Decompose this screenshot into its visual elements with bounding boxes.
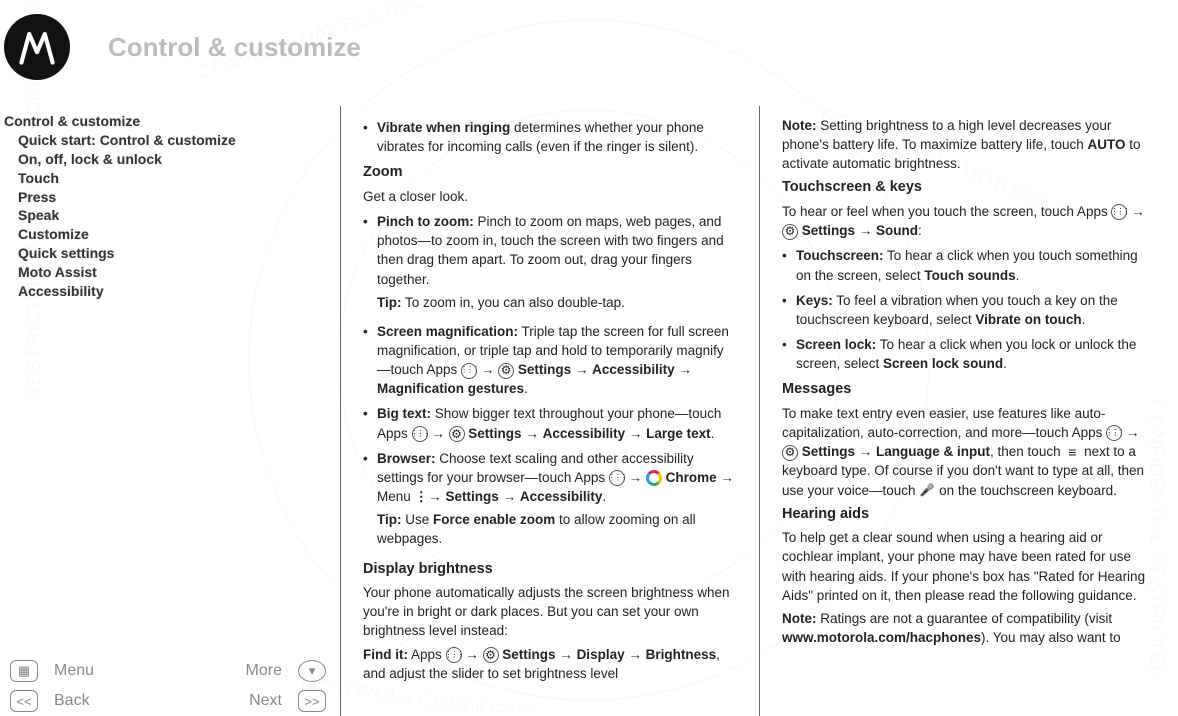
bigtext-settings: Settings (465, 426, 522, 441)
menu-dots-icon: ⋮ (415, 487, 425, 506)
note1-label: Note: (782, 118, 817, 133)
browser-settings: Settings (446, 489, 499, 504)
apps-icon (412, 426, 428, 442)
vibrate-label: Vibrate when ringing (377, 120, 510, 135)
tk-sound: Sound (876, 223, 918, 238)
keys-label: Keys: (796, 293, 833, 308)
mic-icon (919, 483, 935, 499)
ha-heading: Hearing aids (782, 504, 1156, 525)
gear-icon (782, 224, 798, 240)
nav-item-on-off[interactable]: On, off, lock & unlock (18, 150, 332, 169)
menu-icon[interactable]: ▦ (10, 660, 38, 682)
tk-heading: Touchscreen & keys (782, 177, 1156, 198)
apps-icon (446, 647, 462, 663)
pinch-label: Pinch to zoom: (377, 214, 474, 229)
gear-icon (498, 363, 514, 379)
browser-tip-text1: Use (402, 512, 434, 527)
note2-text1: Ratings are not a guarantee of compatibi… (817, 611, 1113, 626)
browser-label: Browser: (377, 451, 436, 466)
findit-settings: Settings (499, 647, 556, 662)
msg-text4: on the touchscreen keyboard. (935, 483, 1117, 498)
nav-item-moto-assist[interactable]: Moto Assist (18, 263, 332, 282)
findit-label: Find it: (363, 647, 408, 662)
nav-item-accessibility[interactable]: Accessibility (18, 282, 332, 301)
gear-icon (449, 426, 465, 442)
note2-text2: ). You may also want to (981, 630, 1121, 645)
back-label[interactable]: Back (46, 692, 98, 710)
mag-acc: Accessibility (592, 362, 675, 377)
mag-label: Screen magnification: (377, 324, 518, 339)
header: Control & customize (0, 0, 1178, 106)
gear-icon (782, 445, 798, 461)
note2-url: www.motorola.com/hacphones (782, 630, 981, 645)
lock-opt: Screen lock sound (883, 356, 1003, 371)
msg-lang: Language & input (876, 444, 990, 459)
bigtext-label: Big text: (377, 406, 431, 421)
nav-item-speak[interactable]: Speak (18, 206, 332, 225)
browser-chrome: Chrome (662, 470, 717, 485)
bottom-nav: ▦ Menu More ▾ << Back Next >> (4, 656, 332, 716)
sidebar: Control & customize Quick start: Control… (0, 106, 340, 716)
nav-list: Control & customize Quick start: Control… (4, 112, 332, 301)
findit-brightness: Brightness (646, 647, 717, 662)
column-1: • Vibrate when ringing determines whethe… (341, 106, 759, 716)
apps-icon (609, 470, 625, 486)
browser-force: Force enable zoom (433, 512, 555, 527)
msg-text1: To make text entry even easier, use feat… (782, 406, 1106, 440)
apps-icon (461, 363, 477, 379)
apps-icon (1106, 425, 1122, 441)
touchscreen-label: Touchscreen: (796, 248, 884, 263)
nav-item-quick-start[interactable]: Quick start: Control & customize (18, 131, 332, 150)
back-icon[interactable]: << (10, 690, 38, 712)
display-heading: Display brightness (363, 559, 737, 580)
more-label[interactable]: More (238, 662, 290, 680)
tk-intro: To hear or feel when you touch the scree… (782, 204, 1111, 219)
mag-gest: Magnification gestures (377, 381, 524, 396)
pinch-tip-label: Tip: (377, 295, 402, 310)
nav-item-touch[interactable]: Touch (18, 169, 332, 188)
note1-auto: AUTO (1087, 137, 1125, 152)
nav-item-quick-settings[interactable]: Quick settings (18, 244, 332, 263)
mag-settings: Settings (514, 362, 571, 377)
browser-menu: Menu (377, 489, 415, 504)
sliders-icon (1064, 445, 1080, 461)
keys-opt: Vibrate on touch (975, 312, 1081, 327)
msg-text2: , then touch (990, 444, 1064, 459)
nav-item-control-customize[interactable]: Control & customize (4, 112, 332, 131)
findit-display: Display (577, 647, 625, 662)
msg-heading: Messages (782, 379, 1156, 400)
display-text: Your phone automatically adjusts the scr… (363, 583, 737, 640)
zoom-intro: Get a closer look. (363, 187, 737, 206)
tk-settings: Settings (798, 223, 855, 238)
menu-label[interactable]: Menu (46, 662, 102, 680)
ha-text: To help get a clear sound when using a h… (782, 528, 1156, 605)
more-icon[interactable]: ▾ (298, 660, 326, 682)
column-2: Note: Setting brightness to a high level… (759, 106, 1178, 716)
next-icon[interactable]: >> (298, 690, 326, 712)
page-title: Control & customize (108, 32, 361, 63)
motorola-logo (4, 14, 70, 80)
bigtext-large: Large text (646, 426, 711, 441)
lock-label: Screen lock: (796, 337, 876, 352)
bigtext-acc: Accessibility (543, 426, 626, 441)
browser-tip-label: Tip: (377, 512, 402, 527)
nav-item-customize[interactable]: Customize (18, 225, 332, 244)
touchscreen-opt: Touch sounds (924, 268, 1015, 283)
note1-text1: Setting brightness to a high level decre… (782, 118, 1111, 152)
msg-settings: Settings (798, 444, 855, 459)
nav-item-press[interactable]: Press (18, 188, 332, 207)
zoom-heading: Zoom (363, 162, 737, 183)
apps-icon (1111, 204, 1127, 220)
findit-apps: Apps (408, 647, 446, 662)
pinch-tip-text: To zoom in, you can also double-tap. (402, 295, 625, 310)
browser-acc: Accessibility (520, 489, 603, 504)
next-label[interactable]: Next (241, 692, 290, 710)
gear-icon (483, 647, 499, 663)
chrome-icon (646, 470, 662, 486)
note2-label: Note: (782, 611, 817, 626)
